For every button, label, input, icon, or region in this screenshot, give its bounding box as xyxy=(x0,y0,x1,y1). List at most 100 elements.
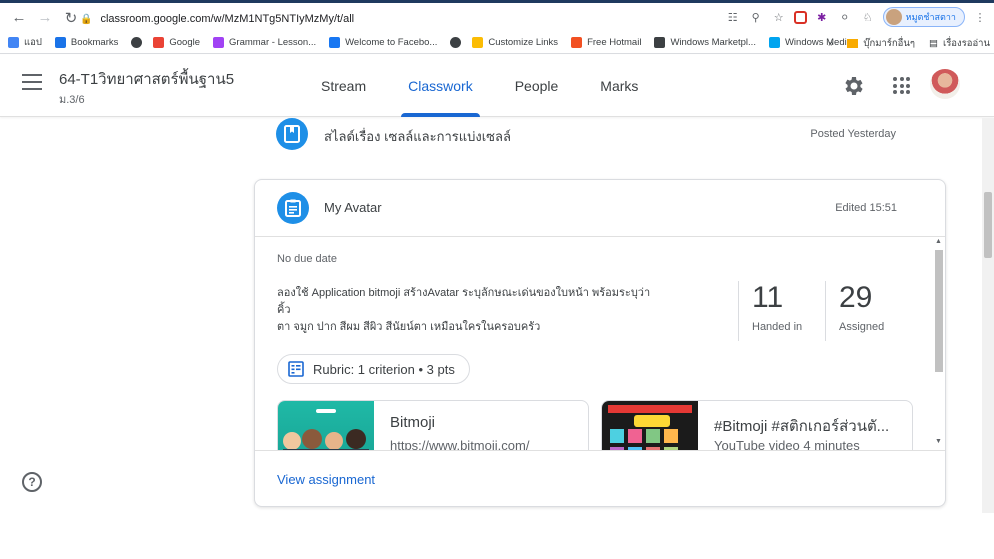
page-scrollbar-thumb[interactable] xyxy=(984,192,992,258)
assignment-body: No due date ลองใช้ Application bitmoji ส… xyxy=(255,238,945,450)
attachment-bitmoji-link[interactable]: Bitmoji https://www.bitmoji.com/ xyxy=(277,400,589,450)
bookmark-item[interactable]: Customize Links xyxy=(472,37,558,48)
handed-in-stat[interactable]: 11 Handed in xyxy=(738,281,826,341)
bookmark-label: Grammar - Lesson... xyxy=(229,37,317,48)
view-assignment-link[interactable]: View assignment xyxy=(277,472,375,487)
forward-arrow-icon[interactable]: → xyxy=(34,7,56,29)
assignment-description: ลองใช้ Application bitmoji สร้างAvatar ร… xyxy=(277,285,677,336)
bookmark-item[interactable]: Windows Marketpl... xyxy=(654,37,756,48)
help-icon[interactable]: ? xyxy=(22,472,42,492)
classroom-header: 64-T1วิทยาศาสตร์พื้นฐาน5 ม.3/6 Stream Cl… xyxy=(0,55,994,117)
bookmark-item[interactable]: Grammar - Lesson... xyxy=(213,37,316,48)
bookmarks-overflow-button[interactable]: » xyxy=(828,38,833,49)
due-date: No due date xyxy=(277,253,337,265)
attachment-subtitle: YouTube video 4 minutes xyxy=(714,438,860,450)
assignment-icon xyxy=(277,192,309,224)
description-line: คิ้ว xyxy=(277,304,291,316)
extension-shield-icon[interactable]: ⚪ xyxy=(837,9,853,25)
hamburger-menu-icon[interactable] xyxy=(22,74,42,90)
card-scrollbar[interactable]: ▲ ▼ xyxy=(933,238,943,450)
attachment-title: #Bitmoji #สติกเกอร์ส่วนตั... xyxy=(714,418,890,435)
class-title[interactable]: 64-T1วิทยาศาสตร์พื้นฐาน5 xyxy=(59,67,234,91)
bookmark-favicon-icon xyxy=(213,37,225,48)
bookmark-item[interactable]: Free Hotmail xyxy=(571,37,641,48)
youtube-thumbnail xyxy=(602,401,698,450)
page-scrollbar[interactable] xyxy=(982,118,994,513)
description-line: ลองใช้ Application bitmoji สร้างAvatar ร… xyxy=(277,287,651,299)
handed-in-label: Handed in xyxy=(752,321,803,333)
rubric-icon xyxy=(288,361,304,377)
reading-list-icon: ▤ xyxy=(928,37,938,49)
url-text: classroom.google.com/w/MzM1NTg5NTIyMzMy/… xyxy=(100,13,355,25)
bookmark-favicon-icon xyxy=(8,37,19,48)
zoom-icon[interactable]: ⚲ xyxy=(748,9,764,25)
bookmark-label: แอป xyxy=(24,37,42,48)
bookmark-favicon-icon xyxy=(654,37,666,48)
reload-icon[interactable]: ↻ xyxy=(60,7,82,29)
profile-picture xyxy=(885,9,902,25)
bookmark-favicon-icon xyxy=(329,37,341,48)
bitmoji-thumbnail xyxy=(278,401,374,450)
address-bar[interactable]: 🔒 classroom.google.com/w/MzM1NTg5NTIyMzM… xyxy=(80,7,800,31)
card-scrollbar-thumb[interactable] xyxy=(935,250,943,372)
rubric-label: Rubric: 1 criterion • 3 pts xyxy=(313,361,455,377)
google-apps-icon[interactable] xyxy=(893,77,910,94)
class-section: ม.3/6 xyxy=(59,94,85,106)
bookmark-item[interactable] xyxy=(450,37,466,48)
description-line: ตา จมูก ปาก สีผม สีผิว สีนัยน์ตา เหมือนใ… xyxy=(277,321,541,333)
bookmark-favicon-icon xyxy=(571,37,583,48)
bookmark-item[interactable]: Bookmarks xyxy=(54,37,119,48)
star-icon[interactable]: ☆ xyxy=(771,9,787,25)
bookmarks-bar: แอป Bookmarks Google Grammar - Lesson... Wel… xyxy=(0,32,994,54)
material-posted-date: Posted Yesterday xyxy=(810,128,896,140)
assignment-edited-time: Edited 15:51 xyxy=(835,202,897,214)
scroll-up-arrow-icon[interactable]: ▲ xyxy=(935,238,942,245)
tab-stream[interactable]: Stream xyxy=(300,55,387,117)
extension-red-icon[interactable] xyxy=(793,10,807,24)
scroll-down-arrow-icon[interactable]: ▼ xyxy=(935,438,942,445)
assigned-label: Assigned xyxy=(839,321,885,333)
back-arrow-icon[interactable]: ← xyxy=(8,7,30,29)
bookmark-label: Bookmarks xyxy=(70,37,119,48)
menu-kebab-icon[interactable]: ⋮ xyxy=(972,9,988,25)
bookmark-folder-other[interactable]: บุ๊กมาร์กอื่นๆ xyxy=(863,36,915,51)
material-book-icon xyxy=(276,118,308,150)
bookmark-favicon-icon xyxy=(450,37,462,48)
bookmark-favicon-icon xyxy=(768,37,780,48)
assigned-count: 29 xyxy=(839,281,873,314)
tab-people[interactable]: People xyxy=(494,55,580,117)
assignment-footer: View assignment xyxy=(255,450,945,506)
reading-list-link[interactable]: เรื่องรออ่าน xyxy=(943,36,990,51)
attachment-url: https://www.bitmoji.com/ xyxy=(390,438,530,450)
class-tabs: Stream Classwork People Marks xyxy=(300,55,659,117)
gear-icon[interactable] xyxy=(842,74,866,98)
bookmark-label: Welcome to Facebo... xyxy=(345,37,438,48)
bookmarks-right: » บุ๊กมาร์กอื่นๆ ▤ เรื่องรออ่าน xyxy=(828,32,990,54)
translate-icon[interactable]: ☷ xyxy=(725,9,741,25)
assignment-card: My Avatar Edited 15:51 No due date ลองใช… xyxy=(254,179,946,507)
bookmark-item[interactable]: Google xyxy=(153,37,200,48)
tab-marks[interactable]: Marks xyxy=(579,55,659,117)
assignment-title: My Avatar xyxy=(324,200,382,215)
bookmark-label: Free Hotmail xyxy=(587,37,642,48)
browser-toolbar: ← → ↻ 🔒 classroom.google.com/w/MzM1NTg5N… xyxy=(0,0,994,32)
extension-area: ☷ ⚲ ☆ ✱ ⚪ ♘ หมูตชำสตาา ⋮ xyxy=(725,7,988,27)
bookmark-item[interactable] xyxy=(131,37,147,48)
attachment-title: Bitmoji xyxy=(390,414,436,431)
tab-classwork[interactable]: Classwork xyxy=(387,55,494,117)
folder-icon xyxy=(847,38,859,48)
lock-icon: 🔒 xyxy=(80,13,93,25)
account-avatar[interactable] xyxy=(930,69,960,99)
extension-purple-icon[interactable]: ✱ xyxy=(814,9,830,25)
assignment-header[interactable]: My Avatar Edited 15:51 xyxy=(255,180,945,237)
material-row[interactable]: สไลด์เรื่อง เซลล์และการแบ่งเซลล์ Posted … xyxy=(276,118,896,152)
profile-button[interactable]: หมูตชำสตาา xyxy=(882,7,965,27)
puzzle-icon[interactable]: ♘ xyxy=(860,9,876,25)
material-title: สไลด์เรื่อง เซลล์และการแบ่งเซลล์ xyxy=(324,129,511,144)
attachment-youtube-video[interactable]: #Bitmoji #สติกเกอร์ส่วนตั... YouTube vid… xyxy=(601,400,913,450)
rubric-chip[interactable]: Rubric: 1 criterion • 3 pts xyxy=(277,354,470,384)
assigned-stat[interactable]: 29 Assigned xyxy=(825,281,913,341)
bookmark-item[interactable]: Welcome to Facebo... xyxy=(329,37,437,48)
bookmark-item[interactable]: แอป xyxy=(8,35,42,50)
bookmark-favicon-icon xyxy=(54,37,66,48)
